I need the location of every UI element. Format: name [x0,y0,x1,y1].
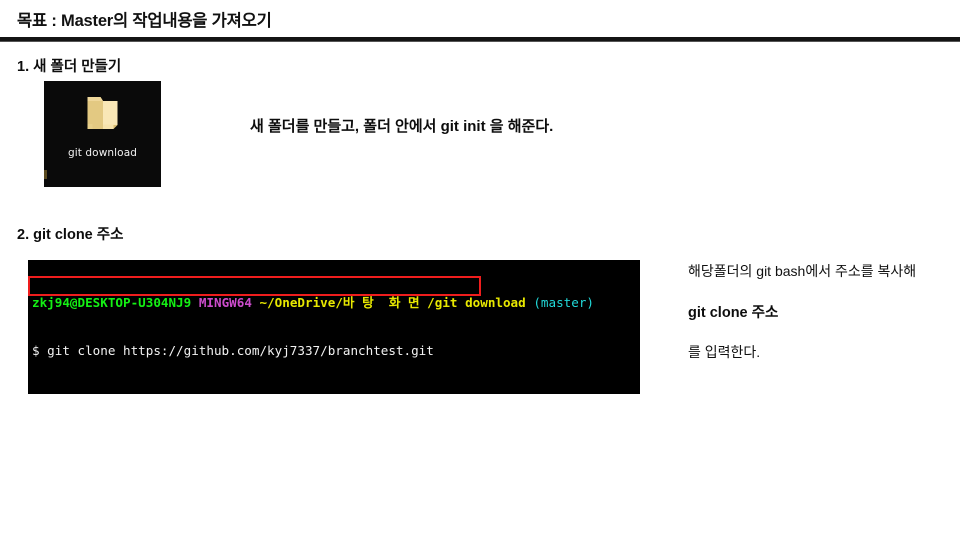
title-divider [0,37,960,42]
page-title: 목표 : Master의 작업내용을 가져오기 [17,12,272,30]
note-line-3: 를 입력한다. [688,344,761,360]
terminal-host: MINGW64 [198,294,252,310]
terminal-prompt-line: zkj94@DESKTOP-U304NJ9 MINGW64 ~/OneDrive… [32,295,640,311]
note-line-1: 해당폴더의 git bash에서 주소를 복사해 [688,263,917,279]
terminal-command-line: $ git clone https://github.com/kyj7337/b… [32,343,434,359]
note-line-2: git clone 주소 [688,305,779,321]
folder-icon [87,97,117,129]
terminal-output-line: Cloning into 'branchtest'... [32,392,640,394]
step-1-heading: 1. 새 폴더 만들기 [17,59,122,75]
step-2-heading: 2. git clone 주소 [17,227,124,243]
terminal-path: ~/OneDrive/바 탕 화 면 /git download [259,294,526,310]
folder-screenshot: git download [44,81,161,187]
step-1-body-text: 새 폴더를 만들고, 폴더 안에서 git init 을 해준다. [250,118,554,135]
notes-panel: 해당폴더의 git bash에서 주소를 복사해 git clone 주소 를 … [688,262,950,362]
git-bash-terminal[interactable]: zkj94@DESKTOP-U304NJ9 MINGW64 ~/OneDrive… [28,260,640,394]
folder-edge-strip [44,170,47,179]
folder-caption: git download [67,147,137,159]
terminal-branch: (master) [533,294,594,310]
terminal-user: zkj94@DESKTOP-U304NJ9 [32,294,192,310]
